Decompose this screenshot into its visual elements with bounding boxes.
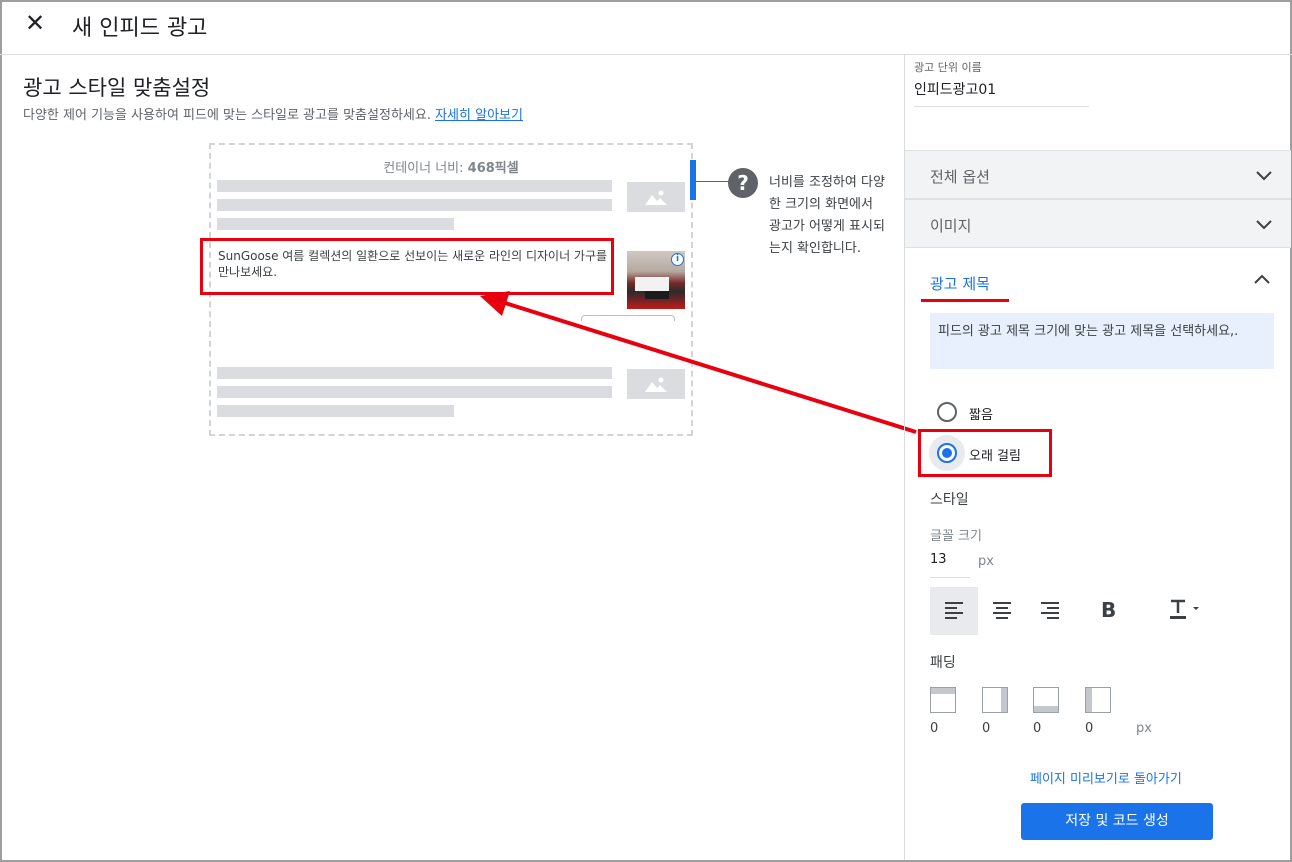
settings-panel: 광고 단위 이름 인피드광고01 전체 옵션 이미지 광고 제목 피드의 광고 …	[904, 55, 1291, 860]
bold-icon: B	[1101, 598, 1117, 622]
align-right-icon	[1041, 602, 1059, 619]
chevron-up-icon[interactable]	[1253, 271, 1271, 289]
align-center-button[interactable]	[978, 587, 1026, 635]
headline-underline-annotation	[921, 299, 1009, 302]
padding-right-icon[interactable]	[982, 687, 1008, 713]
align-right-button[interactable]	[1026, 587, 1074, 635]
bold-button[interactable]: B	[1085, 587, 1133, 635]
chevron-down-icon	[1256, 171, 1272, 181]
font-size-input[interactable]: 13	[930, 552, 970, 578]
padding-bottom-icon[interactable]	[1033, 687, 1059, 713]
padding-top-value[interactable]: 0	[930, 721, 938, 736]
section-image[interactable]: 이미지	[905, 199, 1291, 248]
align-center-icon	[993, 602, 1011, 619]
radio-button[interactable]	[937, 402, 957, 422]
style-label: 스타일	[930, 492, 969, 508]
section-headline[interactable]: 광고 제목	[930, 273, 990, 294]
padding-bottom-value[interactable]: 0	[1033, 721, 1041, 736]
ad-unit-name-input[interactable]: 인피드광고01	[914, 79, 1089, 107]
text-color-icon	[1170, 599, 1199, 619]
padding-left-icon[interactable]	[1085, 687, 1111, 713]
padding-label: 패딩	[930, 655, 956, 671]
align-left-icon	[945, 602, 963, 619]
ad-unit-name-label: 광고 단위 이름	[914, 61, 982, 74]
save-and-generate-code-button[interactable]: 저장 및 코드 생성	[1021, 803, 1213, 840]
chevron-down-icon	[1256, 220, 1272, 230]
font-size-unit: px	[978, 554, 994, 569]
padding-right-value[interactable]: 0	[982, 721, 990, 736]
align-left-button[interactable]	[930, 587, 978, 635]
section-global-options[interactable]: 전체 옵션	[905, 150, 1291, 199]
padding-unit: px	[1136, 721, 1152, 736]
text-color-button[interactable]	[1155, 587, 1203, 635]
font-size-label: 글꼴 크기	[930, 529, 982, 544]
section-label: 전체 옵션	[930, 168, 990, 186]
headline-info-box: 피드의 광고 제목 크기에 맞는 광고 제목을 선택하세요,.	[930, 313, 1274, 369]
section-label: 이미지	[930, 217, 972, 235]
highlight-long-option	[918, 429, 1052, 477]
back-to-preview-link[interactable]: 페이지 미리보기로 돌아가기	[1030, 768, 1182, 787]
radio-label: 짧음	[969, 408, 993, 423]
padding-top-icon[interactable]	[930, 687, 956, 713]
padding-left-value[interactable]: 0	[1085, 721, 1093, 736]
